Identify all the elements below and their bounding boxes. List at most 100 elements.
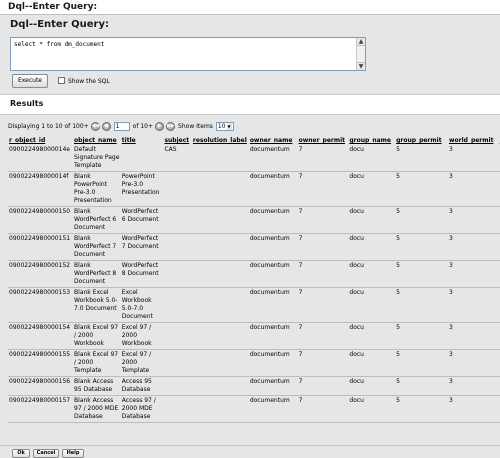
table-cell: 5	[396, 146, 400, 153]
table-cell: WordPerfect 6 Document	[121, 208, 159, 223]
table-cell: documentum	[249, 146, 290, 153]
window-title: Dql--Enter Query:	[0, 0, 500, 15]
table-cell	[163, 397, 191, 421]
ok-button[interactable]: Ok	[12, 449, 30, 458]
table-cell: 0900224980000151	[9, 235, 71, 242]
table-cell	[163, 235, 191, 259]
table-cell: docu	[349, 235, 364, 242]
table-cell: 3	[448, 208, 453, 215]
column-header[interactable]: owner_name	[249, 137, 298, 146]
footer-bar: Ok Cancel Help	[0, 445, 500, 458]
table-cell: Default Signature Page Template	[74, 146, 120, 169]
table-cell: 7	[298, 351, 303, 358]
table-body: 090022498000014e Default Signature Page T…	[8, 146, 500, 424]
table-row: 090022498000014f Blank PowerPoint Pre-3.0…	[8, 173, 500, 205]
table-cell: Excel 97 / 2000 Workbook	[121, 324, 152, 347]
items-per-page-select[interactable]: 10 ▼	[215, 121, 234, 131]
previous-page-icon[interactable]: ◀	[101, 121, 111, 131]
table-row: 0900224980000153 Blank Excel Workbook 5.0…	[8, 289, 500, 321]
scroll-down-arrow-icon[interactable]: ▼	[357, 62, 365, 70]
column-header[interactable]: group_name	[348, 137, 395, 146]
table-cell	[121, 146, 164, 170]
column-header[interactable]: resolution_label	[192, 137, 249, 146]
table-header-row: r_object_id object_name title subject resolu…	[8, 137, 500, 146]
show-sql-option[interactable]: Show the SQL	[58, 77, 110, 85]
table-cell: CAS	[164, 146, 177, 153]
divider-line	[8, 376, 500, 377]
column-header[interactable]: owner_permit	[298, 137, 349, 146]
table-cell: 3	[448, 324, 453, 331]
show-items-label: Show Items	[178, 122, 213, 130]
table-cell: 5	[396, 351, 400, 358]
table-cell: 0900224980000154	[9, 324, 71, 331]
column-header[interactable]: r_object_id	[8, 137, 73, 146]
divider-line	[8, 206, 500, 207]
table-cell	[192, 289, 249, 321]
row-divider-cell	[8, 421, 500, 424]
table-cell: documentum	[249, 235, 290, 242]
column-header[interactable]: group_permit	[395, 137, 448, 146]
results-area: Displaying 1 to 10 of 100+ ◀◀ ◀ 1 of 10+…	[0, 114, 500, 445]
table-cell: documentum	[249, 173, 290, 180]
table-cell: 5	[396, 324, 400, 331]
divider-line	[8, 322, 500, 323]
first-page-icon[interactable]: ◀◀	[90, 121, 100, 131]
table-cell: 3	[448, 173, 453, 180]
show-sql-checkbox[interactable]	[58, 77, 65, 84]
table-cell: Blank WordPerfect 7 Document	[74, 235, 117, 258]
table-row: 0900224980000156 Blank Access 95 Database…	[8, 378, 500, 394]
table-row: 0900224980000152 Blank WordPerfect 8 Docu…	[8, 262, 500, 286]
table-cell: Access 97 / 2000 MDE Database	[121, 397, 156, 420]
column-header[interactable]: title	[121, 137, 164, 146]
table-cell: documentum	[249, 351, 290, 358]
table-cell: 7	[298, 146, 303, 153]
table-cell	[192, 262, 249, 286]
table-row: 0900224980000154 Blank Excel 97 / 2000 Wo…	[8, 324, 500, 348]
divider-line	[8, 395, 500, 396]
table-cell	[192, 146, 249, 170]
table-cell: 7	[298, 235, 303, 242]
table-cell	[192, 235, 249, 259]
table-cell	[163, 262, 191, 286]
column-header[interactable]: world_permit	[448, 137, 499, 146]
table-cell: 3	[448, 146, 453, 153]
divider-line	[8, 422, 500, 423]
pager: Displaying 1 to 10 of 100+ ◀◀ ◀ 1 of 10+…	[8, 120, 234, 132]
table-cell: documentum	[249, 397, 290, 404]
query-scrollbar[interactable]: ▲ ▼	[356, 38, 365, 70]
table-cell: 3	[448, 378, 453, 385]
table-cell	[163, 324, 191, 348]
table-row: 0900224980000151 Blank WordPerfect 7 Docu…	[8, 235, 500, 259]
table-cell: 0900224980000153	[9, 289, 71, 296]
table-cell	[192, 324, 249, 348]
table-row: 0900224980000155 Blank Excel 97 / 2000 Te…	[8, 351, 500, 375]
cancel-button[interactable]: Cancel	[33, 449, 59, 458]
of-pages-text: of 10+	[132, 122, 154, 130]
query-text: select * from dm_document	[14, 41, 105, 48]
column-header[interactable]: object_name	[73, 137, 121, 146]
table-cell: 5	[396, 235, 400, 242]
help-button[interactable]: Help	[62, 449, 84, 458]
table-cell: Blank Access 97 / 2000 MDE Database	[74, 397, 119, 420]
next-page-icon[interactable]: ▶	[155, 121, 165, 131]
table-cell: docu	[349, 397, 364, 404]
table-cell: Access 95 Database	[121, 378, 152, 393]
last-page-icon[interactable]: ▶▶	[166, 121, 176, 131]
show-sql-label: Show the SQL	[68, 78, 110, 85]
displaying-text: Displaying 1 to 10 of 100+	[8, 122, 89, 130]
query-textarea[interactable]: select * from dm_document ▲ ▼	[10, 37, 366, 71]
divider-line	[8, 287, 500, 288]
table-cell: 7	[298, 289, 303, 296]
table-cell: PowerPoint Pre-3.0 Presentation	[121, 173, 160, 196]
table-cell: 5	[396, 262, 400, 269]
column-header[interactable]: subject	[163, 137, 191, 146]
results-heading: Results	[10, 99, 44, 108]
table-cell: 7	[298, 397, 303, 404]
execute-button[interactable]: Execute	[12, 74, 48, 88]
table-cell: 7	[298, 173, 303, 180]
table-cell: Blank WordPerfect 8 Document	[74, 262, 117, 285]
scroll-up-arrow-icon[interactable]: ▲	[357, 38, 365, 46]
table-cell: 090022498000014f	[9, 173, 69, 180]
page-number-input[interactable]: 1	[113, 121, 130, 131]
table-row: 0900224980000150 Blank WordPerfect 6 Docu…	[8, 208, 500, 232]
